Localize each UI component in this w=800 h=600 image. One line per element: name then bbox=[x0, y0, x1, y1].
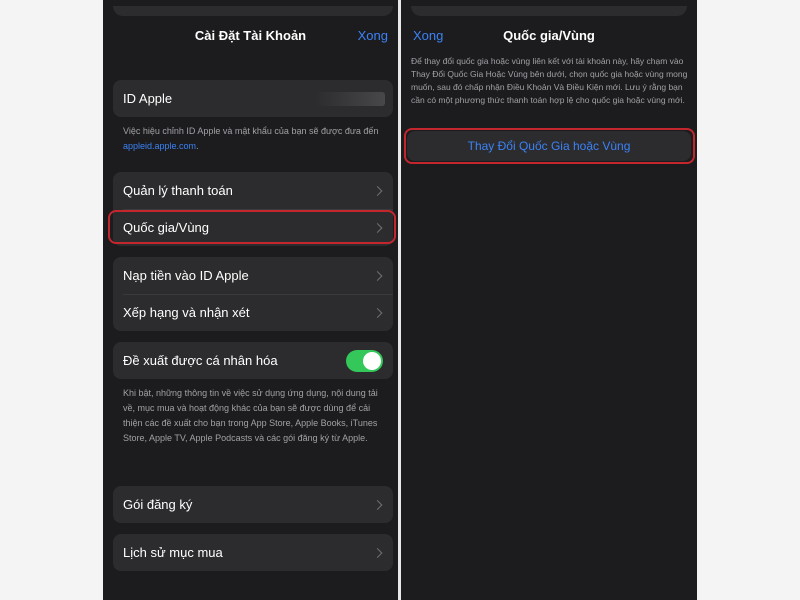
appleid-link[interactable]: appleid.apple.com bbox=[123, 141, 196, 151]
apple-id-label: ID Apple bbox=[123, 91, 173, 106]
chevron-right-icon bbox=[372, 185, 383, 196]
country-change-description: Để thay đổi quốc gia hoặc vùng liên kết … bbox=[411, 56, 688, 105]
account-settings-screen: Cài Đặt Tài Khoản Xong ID Apple Việc hiệ… bbox=[103, 0, 398, 600]
add-funds-row[interactable]: Nạp tiền vào ID Apple bbox=[113, 257, 393, 294]
ratings-reviews-row[interactable]: Xếp hạng và nhận xét bbox=[113, 294, 393, 331]
personalized-row: Đề xuất được cá nhân hóa bbox=[113, 342, 393, 379]
subscriptions-row[interactable]: Gói đăng ký bbox=[113, 486, 393, 523]
purchase-history-label: Lịch sử mục mua bbox=[123, 545, 223, 560]
apple-id-note-text: Việc hiệu chỉnh ID Apple và mật khẩu của… bbox=[123, 126, 379, 136]
apple-id-note-end: . bbox=[196, 141, 199, 151]
country-region-screen: Xong Quốc gia/Vùng Để thay đổi quốc gia … bbox=[401, 0, 697, 600]
subscriptions-group: Gói đăng ký bbox=[113, 486, 393, 523]
funds-ratings-group: Nạp tiền vào ID Apple Xếp hạng và nhận x… bbox=[113, 257, 393, 331]
personalized-group: Đề xuất được cá nhân hóa bbox=[113, 342, 393, 379]
purchase-history-row[interactable]: Lịch sử mục mua bbox=[113, 534, 393, 571]
purchase-history-group: Lịch sử mục mua bbox=[113, 534, 393, 571]
apple-id-group: ID Apple bbox=[113, 80, 393, 117]
ratings-reviews-label: Xếp hạng và nhận xét bbox=[123, 305, 250, 320]
page-title: Cài Đặt Tài Khoản bbox=[194, 28, 307, 43]
add-funds-label: Nạp tiền vào ID Apple bbox=[123, 268, 249, 283]
subscriptions-label: Gói đăng ký bbox=[123, 497, 193, 512]
personalized-note: Khi bật, những thông tin về việc sử dụng… bbox=[123, 388, 378, 443]
page-title: Quốc gia/Vùng bbox=[503, 28, 595, 43]
chevron-right-icon bbox=[372, 499, 383, 510]
done-button[interactable]: Xong bbox=[358, 28, 388, 43]
country-region-highlight bbox=[108, 210, 396, 244]
apple-id-row[interactable]: ID Apple bbox=[113, 80, 393, 117]
apple-id-value-redacted bbox=[315, 91, 385, 106]
change-button-highlight bbox=[404, 128, 695, 164]
manage-payments-label: Quản lý thanh toán bbox=[123, 183, 233, 198]
manage-payments-row[interactable]: Quản lý thanh toán bbox=[113, 172, 393, 209]
chevron-right-icon bbox=[372, 547, 383, 558]
previous-sheet-edge bbox=[411, 6, 687, 16]
personalized-label: Đề xuất được cá nhân hóa bbox=[123, 353, 278, 368]
chevron-right-icon bbox=[372, 307, 383, 318]
apple-id-note: Việc hiệu chỉnh ID Apple và mật khẩu của… bbox=[123, 124, 381, 154]
toggle-knob bbox=[363, 351, 381, 370]
personalized-toggle[interactable] bbox=[346, 349, 383, 372]
previous-sheet-edge bbox=[113, 6, 393, 16]
chevron-right-icon bbox=[372, 270, 383, 281]
